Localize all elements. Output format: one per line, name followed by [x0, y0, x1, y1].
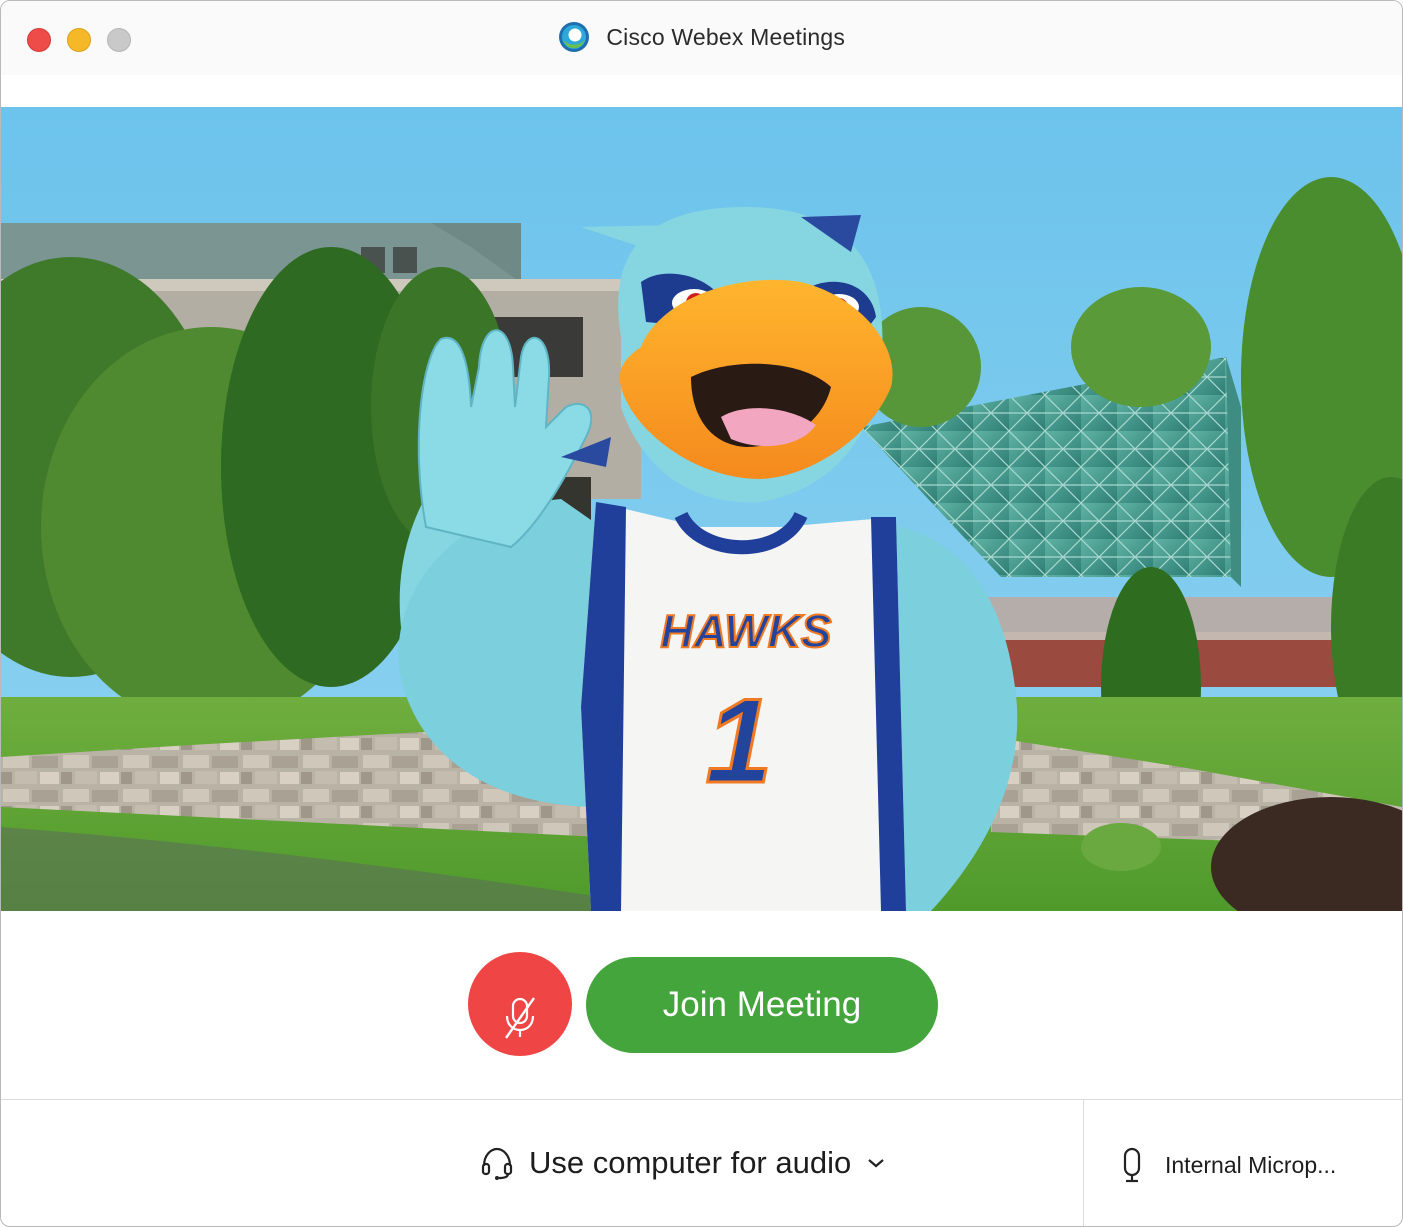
chevron-down-icon: [868, 1159, 884, 1168]
join-meeting-button[interactable]: Join Meeting: [586, 957, 938, 1053]
audio-bar-divider: [1, 1099, 1402, 1100]
video-preview: HAWKS 1: [1, 107, 1402, 911]
headset-icon: [481, 1147, 513, 1180]
window-title-group: Cisco Webex Meetings: [1, 21, 1402, 61]
microphone-dropdown[interactable]: Internal Microp...: [1121, 1145, 1336, 1185]
webex-window: Cisco Webex Meetings HAWKS 1 Join Meetin…: [0, 0, 1403, 1227]
audio-connection-dropdown[interactable]: Use computer for audio: [479, 1139, 885, 1187]
preview-image: HAWKS 1: [1, 107, 1402, 911]
title-bar: Cisco Webex Meetings: [1, 1, 1402, 75]
audio-connection-label: Use computer for audio: [529, 1145, 852, 1180]
microphone-label: Internal Microp...: [1165, 1151, 1337, 1178]
audio-bar-separator: [1083, 1100, 1084, 1226]
jersey-text: HAWKS: [660, 605, 832, 657]
jersey-number: 1: [706, 674, 773, 808]
microphone-muted-icon: [505, 997, 535, 1039]
webex-logo-icon: [558, 22, 589, 52]
window-title: Cisco Webex Meetings: [606, 23, 846, 50]
mute-toggle-button[interactable]: [468, 952, 572, 1056]
microphone-icon: [1123, 1147, 1141, 1183]
